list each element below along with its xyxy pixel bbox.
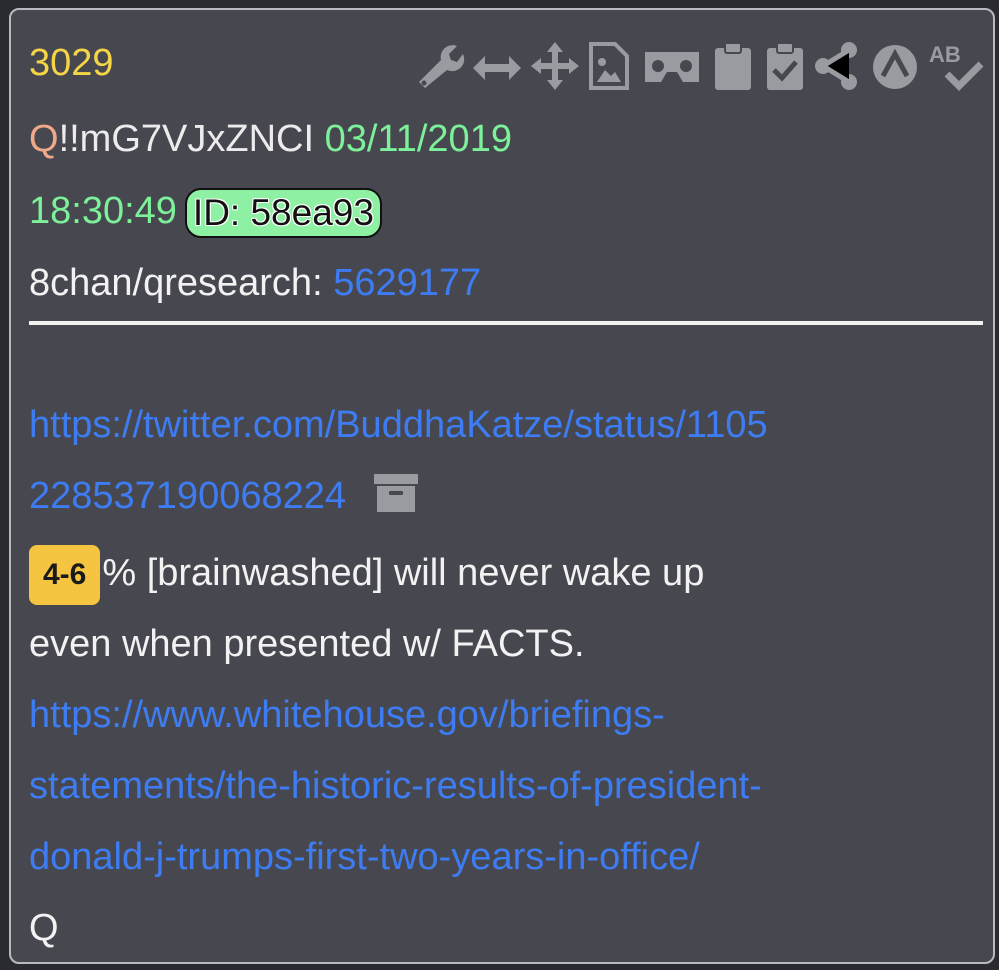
post-time: 18:30:49 <box>29 190 177 233</box>
post-number[interactable]: 3029 <box>29 42 114 85</box>
triangle-circle-icon[interactable] <box>869 40 921 92</box>
spellcheck-icon[interactable]: AB <box>927 40 987 96</box>
archive-icon[interactable] <box>372 467 420 538</box>
post-toolbar: AB <box>411 40 984 96</box>
post-time-line: 18:30:49 ID: 58ea93 <box>29 188 382 238</box>
board-line: 8chan/qresearch: 5629177 <box>29 262 481 305</box>
post-author-line: Q!!mG7VJxZNCI 03/11/2019 <box>29 118 512 161</box>
whitehouse-link-line3[interactable]: donald-j-trumps-first-two-years-in-offic… <box>29 836 700 878</box>
body-text-line1: % [brainwashed] will never wake up <box>102 552 705 594</box>
author-name: Q <box>29 118 59 160</box>
vr-headset-icon[interactable] <box>641 40 703 92</box>
signature: Q <box>29 907 59 949</box>
move-icon[interactable] <box>529 40 581 92</box>
post-date: 03/11/2019 <box>324 118 512 160</box>
body-text-line2: even when presented w/ FACTS. <box>29 623 585 665</box>
board-name: 8chan/qresearch: <box>29 262 323 304</box>
share-icon[interactable] <box>813 40 861 92</box>
count-badge: 4-6 <box>29 544 101 605</box>
post-card: 3029 AB Q!!mG7VJxZNCI 03/11/2019 18:30:4… <box>9 8 995 964</box>
clipboard-check-icon[interactable] <box>763 40 807 92</box>
clipboard-icon[interactable] <box>711 40 755 92</box>
image-file-icon[interactable] <box>587 40 631 92</box>
twitter-link-line1[interactable]: https://twitter.com/BuddhaKatze/status/1… <box>29 404 768 446</box>
divider <box>29 321 983 325</box>
whitehouse-link-line2[interactable]: statements/the-historic-results-of-presi… <box>29 765 762 807</box>
svg-text:AB: AB <box>929 42 961 67</box>
horizontal-arrows-icon[interactable] <box>471 40 523 92</box>
twitter-link-line2[interactable]: 228537190068224 <box>29 475 346 517</box>
thread-link[interactable]: 5629177 <box>333 262 481 304</box>
tripcode: !!mG7VJxZNCI <box>58 118 315 160</box>
wrench-icon[interactable] <box>413 40 465 92</box>
whitehouse-link-line1[interactable]: https://www.whitehouse.gov/briefings- <box>29 694 665 736</box>
poster-id-badge[interactable]: ID: 58ea93 <box>184 188 382 238</box>
post-body: https://twitter.com/BuddhaKatze/status/1… <box>29 390 979 964</box>
